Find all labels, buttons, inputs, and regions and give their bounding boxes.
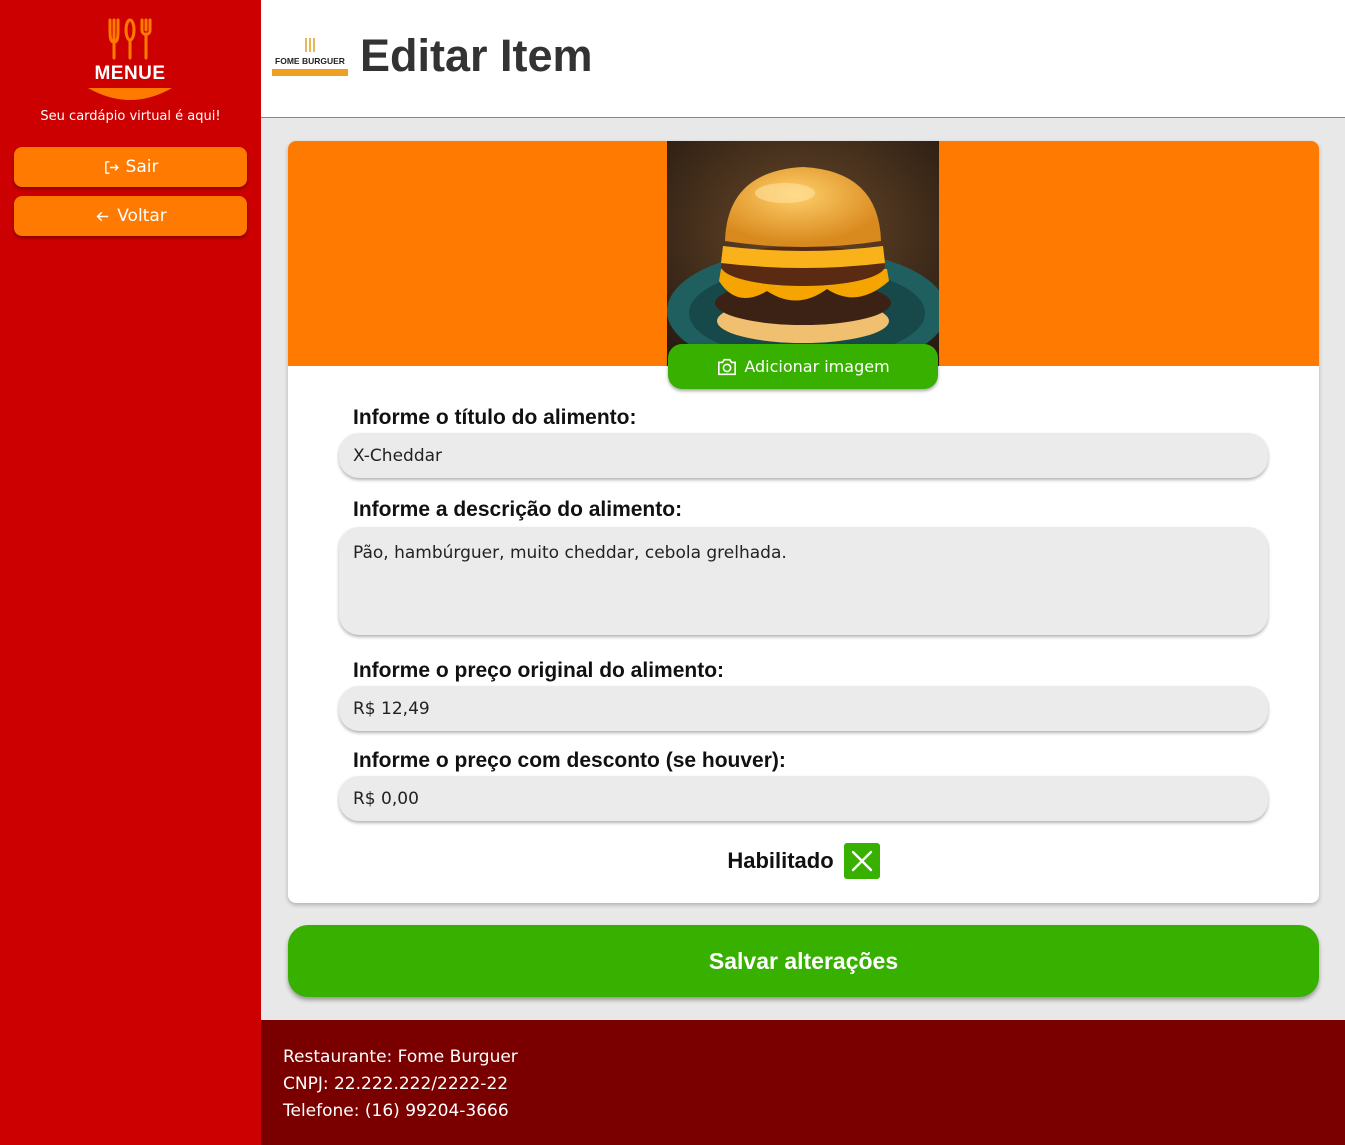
footer-restaurant: Restaurante: Fome Burguer	[283, 1047, 518, 1067]
page-title: Editar Item	[360, 30, 593, 81]
brand-cutlery-icon	[305, 38, 315, 52]
save-button[interactable]: Salvar alterações	[288, 925, 1319, 997]
title-input[interactable]	[339, 433, 1268, 478]
footer: Restaurante: Fome Burguer CNPJ: 22.222.2…	[261, 1020, 1345, 1145]
exit-label: Sair	[125, 157, 159, 177]
enabled-row: Habilitado	[288, 843, 1319, 879]
logout-icon	[104, 160, 119, 174]
footer-cnpj: CNPJ: 22.222.222/2222-22	[283, 1074, 509, 1094]
enabled-label: Habilitado	[727, 848, 834, 873]
exit-button[interactable]: Sair	[14, 147, 247, 187]
back-label: Voltar	[117, 206, 167, 226]
edit-item-card: Adicionar imagem Informe o título do ali…	[288, 141, 1319, 903]
description-textarea[interactable]: Pão, hambúrguer, muito cheddar, cebola g…	[339, 527, 1268, 635]
cutlery-icon	[88, 18, 172, 100]
discount-label: Informe o preço com desconto (se houver)…	[353, 749, 786, 772]
logo-text: MENUE	[94, 63, 166, 84]
brand-logo: FOME BURGUER	[272, 36, 348, 78]
header: FOME BURGUER Editar Item	[261, 0, 1345, 118]
discount-input[interactable]	[339, 776, 1268, 821]
add-image-button[interactable]: Adicionar imagem	[668, 344, 938, 389]
back-button[interactable]: Voltar	[14, 196, 247, 236]
tagline: Seu cardápio virtual é aqui!	[40, 109, 221, 124]
x-mark-icon	[851, 850, 872, 872]
add-image-label: Adicionar imagem	[744, 357, 890, 376]
menue-logo: MENUE	[84, 16, 176, 102]
enabled-checkbox[interactable]	[843, 843, 880, 879]
footer-phone: Telefone: (16) 99204-3666	[283, 1101, 509, 1121]
brand-text: FOME BURGUER	[275, 56, 345, 66]
price-label: Informe o preço original do alimento:	[353, 659, 725, 682]
title-label: Informe o título do alimento:	[353, 406, 637, 429]
camera-icon	[718, 358, 737, 375]
sidebar: MENUE Seu cardápio virtual é aqui! Sair …	[0, 0, 261, 1145]
description-label: Informe a descrição do alimento:	[353, 498, 683, 521]
burger-image	[667, 141, 939, 366]
item-image	[667, 141, 939, 366]
brand-underline	[272, 69, 348, 76]
price-input[interactable]	[339, 686, 1268, 731]
arrow-left-icon	[96, 211, 109, 221]
